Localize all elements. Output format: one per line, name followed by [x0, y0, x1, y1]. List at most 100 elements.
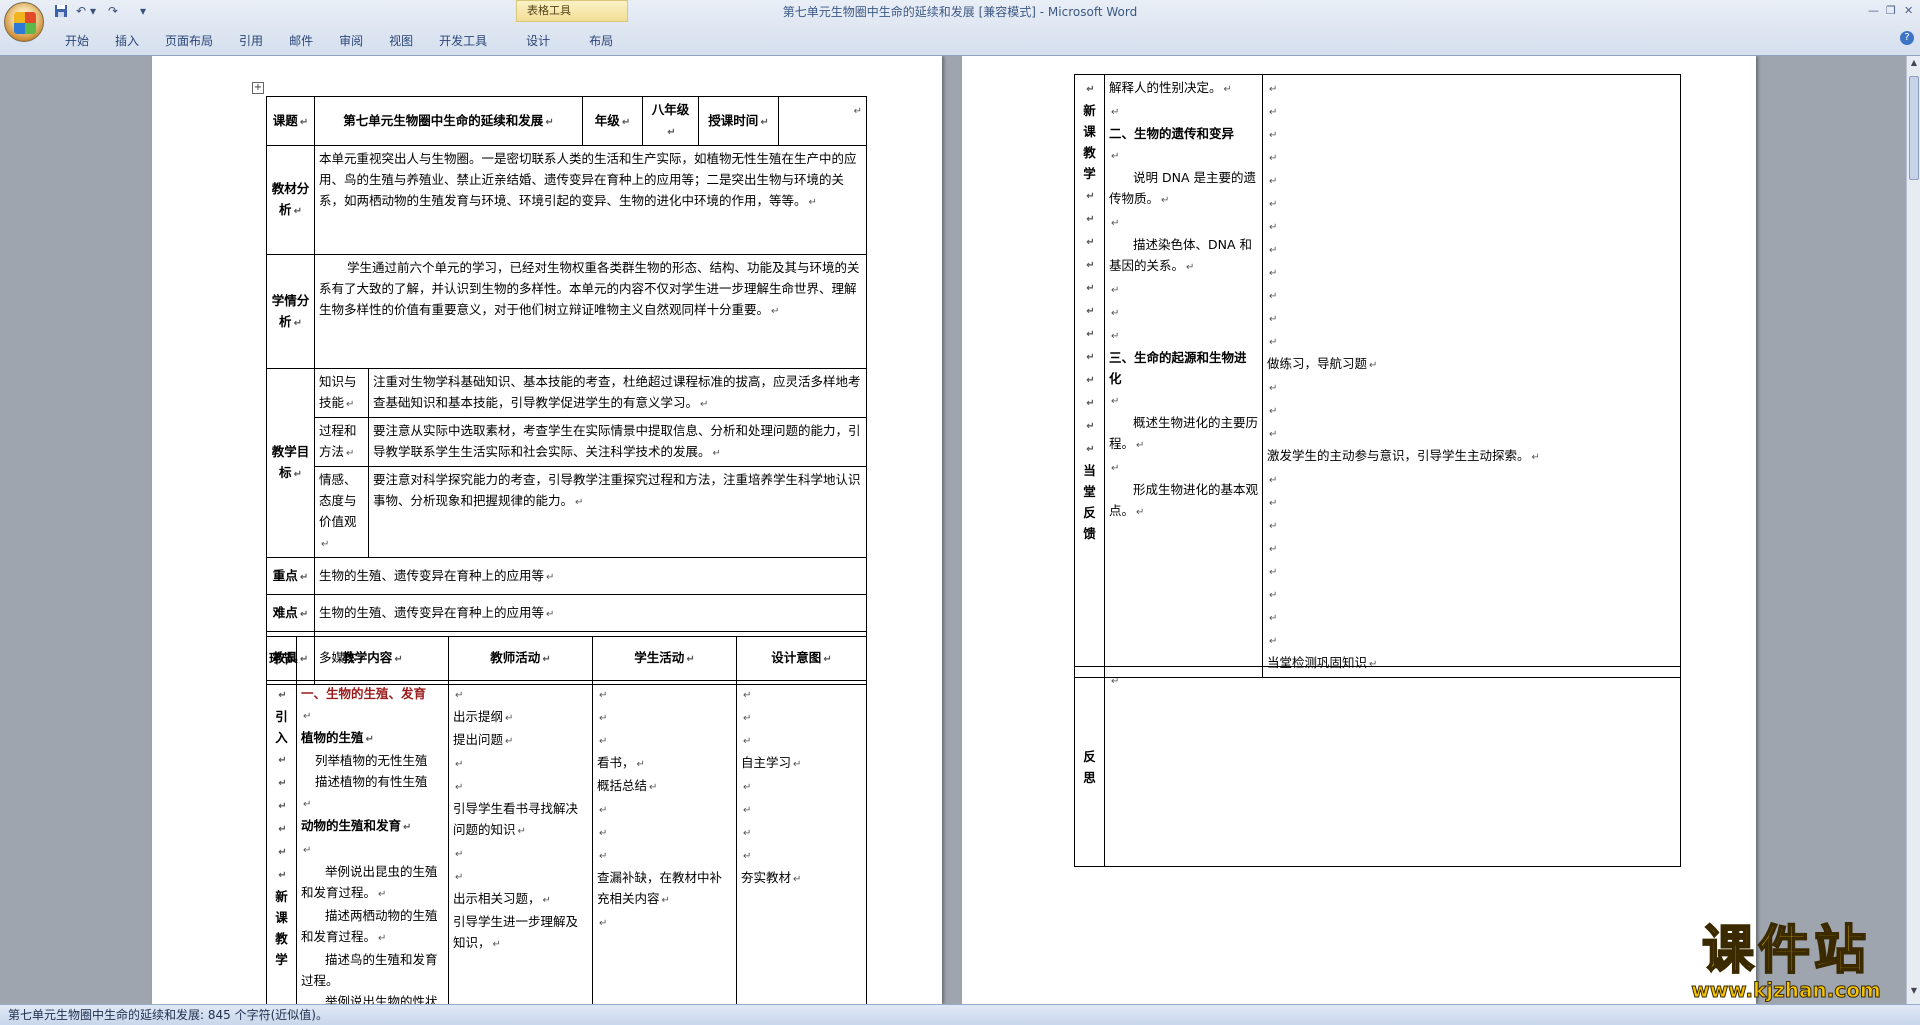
- activity-cell[interactable]: ↵ ↵ ↵ ↵ ↵ ↵ ↵ ↵ ↵ ↵ ↵ ↵ 做练习，导航习题 ↵ ↵ ↵ ↵ 激发学生的主动…: [1262, 74, 1681, 678]
- content-line: 说明 DNA 是主要的遗传物质。 ↵: [1109, 170, 1256, 206]
- student-text[interactable]: 学生通过前六个单元的学习，已经对生物权重各类群生物的形态、结构、功能及其与环境的…: [314, 254, 867, 369]
- page-2: ↵ 新课教学 ↵ ↵ ↵ ↵ ↵ ↵ ↵ ↵ ↵ ↵ ↵ ↵ 当堂反馈 解释人的性别决定。 ↵…: [962, 56, 1756, 1004]
- scroll-up-icon[interactable]: ▲: [1909, 58, 1919, 70]
- student-line: 概括总结 ↵: [597, 778, 658, 793]
- help-icon[interactable]: ?: [1900, 31, 1914, 45]
- reflection-cell[interactable]: ↵: [1104, 666, 1681, 867]
- lesson-plan-table: 课题 ↵ 第七单元生物圈中生命的延续和发展 ↵ 年级 ↵ 八年级↵ 授课时间 ↵ ↵ 教…: [266, 96, 867, 685]
- student-cell[interactable]: ↵ ↵ ↵ 看书， ↵ 概括总结 ↵ ↵ ↵ ↵ 查漏补缺，在教材中补充相关内容 ↵ ↵: [592, 680, 737, 1004]
- goal-text[interactable]: 注重对生物学科基础知识、基本技能的考查，杜绝超过课程标准的拔高，应灵活多样地考查…: [368, 368, 867, 418]
- table-row: 难点 ↵ 生物的生殖、遗传变异在育种上的应用等 ↵: [266, 594, 867, 632]
- content-line: 形成生物进化的基本观点。 ↵: [1109, 482, 1259, 518]
- content-line: 描述两栖动物的生殖和发育过程。 ↵: [301, 908, 438, 944]
- header-student: 学生活动 ↵: [592, 636, 737, 681]
- content-line: 概述生物进化的主要历程。 ↵: [1109, 415, 1259, 451]
- tab-home[interactable]: 开始: [52, 30, 102, 52]
- content-line: 描述染色体、DNA 和基因的关系。 ↵: [1109, 237, 1253, 273]
- stage-feedback: 当堂反馈: [1083, 463, 1096, 541]
- section-heading: 三、生命的起源和生物进化: [1109, 350, 1247, 386]
- header-teacher: 教师活动 ↵: [448, 636, 593, 681]
- content-cell[interactable]: 解释人的性别决定。 ↵ ↵ 二、生物的遗传和变异 ↵ 说明 DNA 是主要的遗传物…: [1104, 74, 1263, 678]
- tab-insert[interactable]: 插入: [102, 30, 152, 52]
- tab-mailings[interactable]: 邮件: [276, 30, 326, 52]
- subheading: 动物的生殖和发育 ↵: [301, 818, 412, 833]
- goals-label: 教学目标 ↵: [266, 368, 315, 558]
- stage-cell: ↵ 引入 ↵ ↵ ↵ ↵ ↵ ↵ 新课教学: [266, 680, 297, 1004]
- content-line: 描述鸟的生殖和发育过程。: [301, 952, 438, 988]
- tab-page-layout[interactable]: 页面布局: [152, 30, 226, 52]
- minimize-button[interactable]: —: [1868, 4, 1879, 17]
- status-text: 第七单元生物圈中生命的延续和发展: 845 个字符(近似值)。: [8, 1008, 328, 1022]
- reflection-table: 反思 ↵: [1074, 666, 1681, 867]
- close-button[interactable]: ✕: [1904, 4, 1913, 17]
- scrollbar-thumb[interactable]: [1909, 76, 1919, 180]
- design-line: 夯实教材 ↵: [741, 870, 802, 885]
- content-line: 列举植物的无性生殖: [315, 753, 428, 768]
- time-value[interactable]: ↵: [778, 96, 867, 146]
- table-row: 情感、态度与价值观↵ 要注意对科学探究能力的考查，引导教学注重探究过程和方法，注…: [267, 466, 867, 558]
- teacher-line: 出示相关习题， ↵: [453, 891, 551, 906]
- student-label: 学情分析 ↵: [266, 254, 315, 369]
- table-move-handle-icon[interactable]: +: [252, 82, 264, 94]
- teacher-line: 引导学生看书寻找解决问题的知识 ↵: [453, 801, 579, 837]
- student-line: 看书， ↵: [597, 755, 645, 770]
- activity-line: 做练习，导航习题 ↵: [1267, 356, 1378, 371]
- ribbon-tabs: 开始 插入 页面布局 引用 邮件 审阅 视图 开发工具 设计 布局: [52, 30, 626, 52]
- document-area: + 课题 ↵ 第七单元生物圈中生命的延续和发展 ↵ 年级 ↵ 八年级↵ 授课时间 ↵ ↵…: [0, 56, 1906, 1004]
- design-cell[interactable]: ↵ ↵ ↵ 自主学习 ↵ ↵ ↵ ↵ ↵ 夯实教材 ↵: [736, 680, 867, 1004]
- tab-review[interactable]: 审阅: [326, 30, 376, 52]
- window-title: 第七单元生物圈中生命的延续和发展 [兼容模式] - Microsoft Word: [782, 5, 1138, 19]
- stage-new: 新课教学: [1083, 103, 1096, 181]
- section-heading: 二、生物的遗传和变异: [1109, 126, 1235, 141]
- header-stage: 环节: [266, 636, 297, 681]
- tab-developer[interactable]: 开发工具: [426, 30, 500, 52]
- subheading: 植物的生殖 ↵: [301, 730, 374, 745]
- goal-text[interactable]: 要注意对科学探究能力的考查，引导教学注重探究过程和方法，注重培养学生科学地认识事…: [368, 466, 867, 558]
- watermark-url: www.kjzhan.com: [1691, 978, 1882, 1003]
- reflection-label: 反思: [1074, 666, 1105, 867]
- lesson-title[interactable]: 第七单元生物圈中生命的延续和发展 ↵: [314, 96, 583, 146]
- stage-intro: 引入: [275, 709, 288, 745]
- grade-label: 年级 ↵: [582, 96, 643, 146]
- key-text[interactable]: 生物的生殖、遗传变异在育种上的应用等 ↵: [314, 557, 867, 595]
- content-cell[interactable]: 一、生物的生殖、发育 ↵ 植物的生殖 ↵ 列举植物的无性生殖 描述植物的有性生殖 …: [296, 680, 449, 1004]
- lesson-label: 课题 ↵: [266, 96, 315, 146]
- teacher-cell[interactable]: ↵ 出示提纲 ↵ 提出问题 ↵ ↵ ↵ 引导学生看书寻找解决问题的知识 ↵ ↵ ↵ 出…: [448, 680, 593, 1004]
- difficulty-text[interactable]: 生物的生殖、遗传变异在育种上的应用等 ↵: [314, 594, 867, 632]
- teaching-process-table: 环节 教学内容 ↵ 教师活动 ↵ 学生活动 ↵ 设计意图 ↵ ↵ 引入 ↵ ↵ ↵ ↵ ↵ ↵…: [266, 636, 867, 1004]
- grade-value[interactable]: 八年级↵: [642, 96, 699, 146]
- page-1: + 课题 ↵ 第七单元生物圈中生命的延续和发展 ↵ 年级 ↵ 八年级↵ 授课时间 ↵ ↵…: [152, 56, 942, 1004]
- student-line: 查漏补缺，在教材中补充相关内容 ↵: [597, 870, 723, 906]
- tab-references[interactable]: 引用: [226, 30, 276, 52]
- teacher-line: 引导学生进一步理解及知识， ↵: [453, 914, 579, 950]
- scroll-down-icon[interactable]: ▼: [1909, 986, 1919, 998]
- lesson-continuation-table: ↵ 新课教学 ↵ ↵ ↵ ↵ ↵ ↵ ↵ ↵ ↵ ↵ ↵ ↵ 当堂反馈 解释人的性别决定。 ↵…: [1074, 74, 1681, 678]
- design-line: 自主学习 ↵: [741, 755, 802, 770]
- stage-cell: ↵ 新课教学 ↵ ↵ ↵ ↵ ↵ ↵ ↵ ↵ ↵ ↵ ↵ ↵ 当堂反馈: [1074, 74, 1105, 678]
- tab-design[interactable]: 设计: [500, 30, 563, 52]
- header-design: 设计意图 ↵: [736, 636, 867, 681]
- table-row: 重点 ↵ 生物的生殖、遗传变异在育种上的应用等 ↵: [266, 557, 867, 595]
- content-line: 描述植物的有性生殖: [315, 774, 428, 789]
- table-row: ↵ 新课教学 ↵ ↵ ↵ ↵ ↵ ↵ ↵ ↵ ↵ ↵ ↵ ↵ 当堂反馈 解释人的性别决定。 ↵…: [1074, 74, 1681, 678]
- content-line: 解释人的性别决定。 ↵: [1109, 80, 1232, 95]
- vertical-scrollbar[interactable]: ▲ ▼: [1906, 56, 1920, 1004]
- tab-view[interactable]: 视图: [376, 30, 426, 52]
- table-row: ↵ 引入 ↵ ↵ ↵ ↵ ↵ ↵ 新课教学 一、生物的生殖、发育 ↵ 植物的生殖 ↵ 列…: [266, 680, 867, 1004]
- goal-text[interactable]: 要注意从实际中选取素材，考查学生在实际情景中提取信息、分析和处理问题的能力，引导…: [368, 417, 867, 467]
- difficulty-label: 难点 ↵: [266, 594, 315, 632]
- textbook-text[interactable]: 本单元重视突出人与生物圈。一是密切联系人类的生活和生产实际，如植物无性生殖在生产…: [314, 145, 867, 255]
- table-row: 反思 ↵: [1074, 666, 1681, 867]
- restore-button[interactable]: ❐: [1886, 4, 1896, 17]
- goal-label: 过程和方法 ↵: [314, 417, 369, 467]
- watermark-text: 课件站: [1701, 920, 1870, 981]
- table-row: 教学目标 ↵ 知识与技能 ↵ 注重对生物学科基础知识、基本技能的考查，杜绝超过课程标…: [266, 368, 867, 558]
- status-bar: 第七单元生物圈中生命的延续和发展: 845 个字符(近似值)。: [0, 1004, 1920, 1025]
- teacher-line: 出示提纲 ↵: [453, 709, 514, 724]
- table-row: 教材分析 ↵ 本单元重视突出人与生物圈。一是密切联系人类的生活和生产实际，如植物无…: [266, 145, 867, 255]
- watermark-logo: 课件站 www.kjzhan.com: [1666, 920, 1906, 1006]
- goal-label: 知识与技能 ↵: [314, 368, 369, 418]
- table-row: 课题 ↵ 第七单元生物圈中生命的延续和发展 ↵ 年级 ↵ 八年级↵ 授课时间 ↵ ↵: [266, 96, 867, 146]
- section-heading: 一、生物的生殖、发育: [301, 686, 427, 701]
- tab-layout[interactable]: 布局: [563, 30, 626, 52]
